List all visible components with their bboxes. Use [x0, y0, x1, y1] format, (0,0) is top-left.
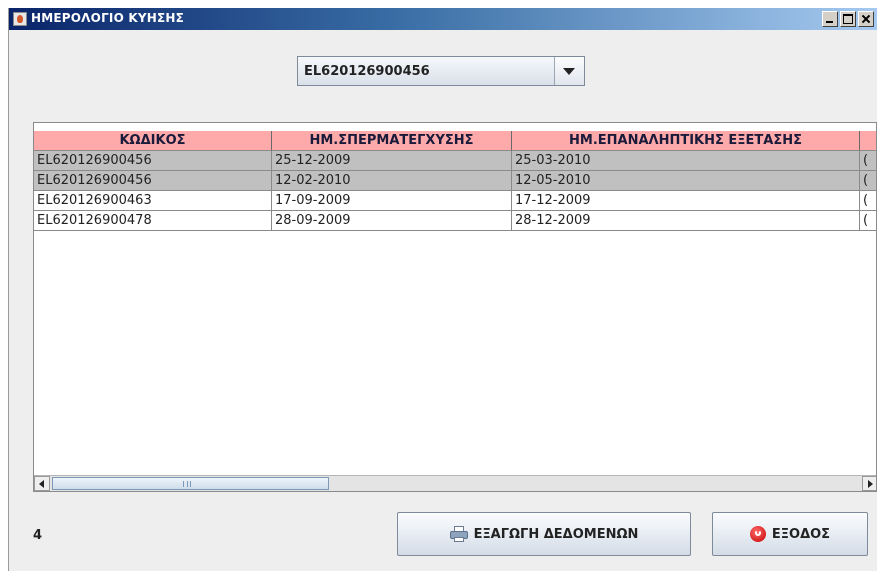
- exit-button-label: ΕΞΟΔΟΣ: [771, 526, 831, 542]
- table-header: ΚΩΔΙΚΟΣ ΗΜ.ΣΠΕΡΜΑΤΕΓΧΥΣΗΣ ΗΜ.ΕΠΑΝΑΛΗΠΤΙΚ…: [34, 131, 876, 151]
- cell-code: EL620126900456: [34, 171, 272, 191]
- grip-icon: [183, 481, 191, 487]
- table-row[interactable]: EL620126900463 17-09-2009 17-12-2009 (: [34, 191, 876, 211]
- code-dropdown-value: EL620126900456: [304, 64, 430, 79]
- cell-insemination-date: 17-09-2009: [272, 191, 512, 211]
- cell-code: EL620126900478: [34, 211, 272, 231]
- cell-recheck-date: 12-05-2010: [512, 171, 860, 191]
- cell-insemination-date: 12-02-2010: [272, 171, 512, 191]
- cell-extra: (: [860, 211, 876, 231]
- printer-icon: [449, 526, 468, 542]
- cell-extra: (: [860, 151, 876, 171]
- chevron-down-icon[interactable]: [554, 57, 584, 85]
- cell-extra: (: [860, 171, 876, 191]
- column-header-recheck-date[interactable]: ΗΜ.ΕΠΑΝΑΛΗΠΤΙΚΗΣ ΕΞΕΤΑΣΗΣ: [512, 131, 860, 151]
- table-row[interactable]: EL620126900456 25-12-2009 25-03-2010 (: [34, 151, 876, 171]
- minimize-button[interactable]: [822, 11, 838, 27]
- java-cup-icon: [13, 12, 27, 26]
- horizontal-scrollbar[interactable]: [34, 475, 876, 491]
- table-row[interactable]: EL620126900456 12-02-2010 12-05-2010 (: [34, 171, 876, 191]
- exit-button[interactable]: ΕΞΟΔΟΣ: [712, 512, 868, 556]
- table-row[interactable]: EL620126900478 28-09-2009 28-12-2009 (: [34, 211, 876, 231]
- scroll-right-icon[interactable]: [862, 476, 876, 491]
- column-header-insemination-date[interactable]: ΗΜ.ΣΠΕΡΜΑΤΕΓΧΥΣΗΣ: [272, 131, 512, 151]
- cell-code: EL620126900463: [34, 191, 272, 211]
- scroll-left-icon[interactable]: [34, 476, 50, 491]
- cell-insemination-date: 28-09-2009: [272, 211, 512, 231]
- title-bar[interactable]: ΗΜΕΡΟΛΟΓΙΟ ΚΥΗΣΗΣ: [9, 8, 877, 30]
- window-title: ΗΜΕΡΟΛΟΓΙΟ ΚΥΗΣΗΣ: [31, 11, 185, 25]
- maximize-button[interactable]: [840, 11, 856, 27]
- cell-recheck-date: 28-12-2009: [512, 211, 860, 231]
- export-button-label: ΕΞΑΓΩΓΗ ΔΕΔΟΜΕΝΩΝ: [473, 526, 639, 542]
- cell-extra: (: [860, 191, 876, 211]
- scrollbar-thumb[interactable]: [52, 477, 329, 490]
- close-button[interactable]: [858, 11, 874, 27]
- column-header-extra[interactable]: [860, 131, 876, 151]
- cell-recheck-date: 25-03-2010: [512, 151, 860, 171]
- code-dropdown[interactable]: EL620126900456: [297, 56, 585, 86]
- cell-insemination-date: 25-12-2009: [272, 151, 512, 171]
- main-window: ΗΜΕΡΟΛΟΓΙΟ ΚΥΗΣΗΣ EL620126900456 ΚΩΔΙΚΟΣ…: [8, 8, 877, 571]
- export-data-button[interactable]: ΕΞΑΓΩΓΗ ΔΕΔΟΜΕΝΩΝ: [397, 512, 691, 556]
- cell-code: EL620126900456: [34, 151, 272, 171]
- column-header-code[interactable]: ΚΩΔΙΚΟΣ: [34, 131, 272, 151]
- exit-icon: [749, 526, 766, 542]
- record-count: 4: [33, 528, 43, 543]
- records-table[interactable]: ΚΩΔΙΚΟΣ ΗΜ.ΣΠΕΡΜΑΤΕΓΧΥΣΗΣ ΗΜ.ΕΠΑΝΑΛΗΠΤΙΚ…: [33, 122, 877, 492]
- cell-recheck-date: 17-12-2009: [512, 191, 860, 211]
